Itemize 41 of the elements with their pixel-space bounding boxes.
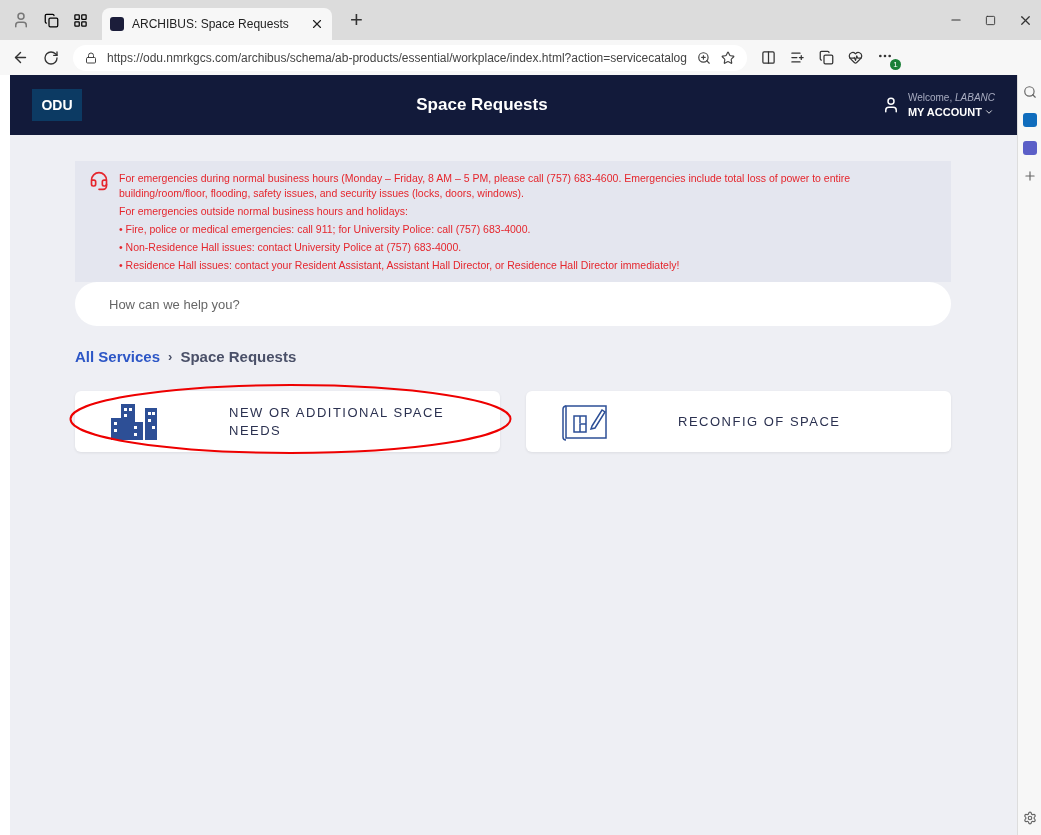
close-icon[interactable] [310,17,324,31]
notice-text: For emergencies outside normal business hours and holidays: [119,204,409,219]
profile-icon[interactable] [12,11,30,29]
back-icon[interactable] [12,49,29,66]
workspaces-icon[interactable] [44,12,59,28]
breadcrumb-current: Space Requests [180,348,297,365]
page-title: Space Requests [415,95,549,115]
notice-text: • Fire, police or medical emergencies: call 911; for University Police: call (757) 683-4000. [119,222,532,237]
favorites-icon[interactable] [789,50,805,65]
maximize-icon[interactable] [985,14,996,26]
caret-icon [983,107,994,117]
breadcrumb-link[interactable]: All Services [75,348,161,365]
chat-app-icon[interactable] [1022,141,1037,155]
lock-icon [85,51,97,64]
odu-logo[interactable]: ODU [32,89,82,121]
health-icon[interactable] [847,50,863,65]
breadcrumb-separator: › [168,349,173,364]
service-card[interactable]: NEW OR ADDITIONAL SPACE NEEDS [75,391,500,452]
collections-icon[interactable] [818,50,834,65]
notice-text: For emergencies during normal business hours (Monday – Friday, 8 AM – 5 PM, please call (757) 683-4600. Emergencies include total loss of power to entire building/room/floor, flooding, safety issues, and security issues (locks, doors, windows). [119,171,852,201]
notice-text: • Residence Hall issues: contact your Resident Assistant, Assistant Hall Director, or Residence Hall Director immediately! [119,258,681,273]
site-favicon [110,17,124,31]
welcome-text: Welcome, LABANC [907,92,995,103]
new-tab-button[interactable]: + [346,9,367,31]
my-account-button[interactable]: MY ACCOUNT [907,106,995,118]
buildings-icon [111,403,159,440]
tab-actions-icon[interactable] [73,12,88,28]
service-card[interactable]: RECONFIG OF SPACE [526,391,951,452]
address-field[interactable]: https://odu.nmrkgcs.com/archibus/schema/ab-products/essential/workplace/index.html?action=servicecatalog [73,44,747,71]
search-icon[interactable] [1022,85,1037,99]
search-field[interactable]: How can we help you? [75,282,951,326]
split-screen-icon[interactable] [760,50,776,65]
notification-badge: 1 [889,58,901,70]
notice-text: • Non-Residence Hall issues: contact University Police at (757) 683-4000. [119,240,463,255]
settings-icon[interactable] [1022,811,1037,825]
headset-icon [89,171,109,191]
favorite-icon[interactable] [720,50,735,65]
zoom-icon[interactable] [696,50,711,65]
mail-app-icon[interactable] [1022,113,1037,127]
browser-tab[interactable]: ARCHIBUS: Space Requests [102,8,332,40]
reload-icon[interactable] [43,49,59,66]
